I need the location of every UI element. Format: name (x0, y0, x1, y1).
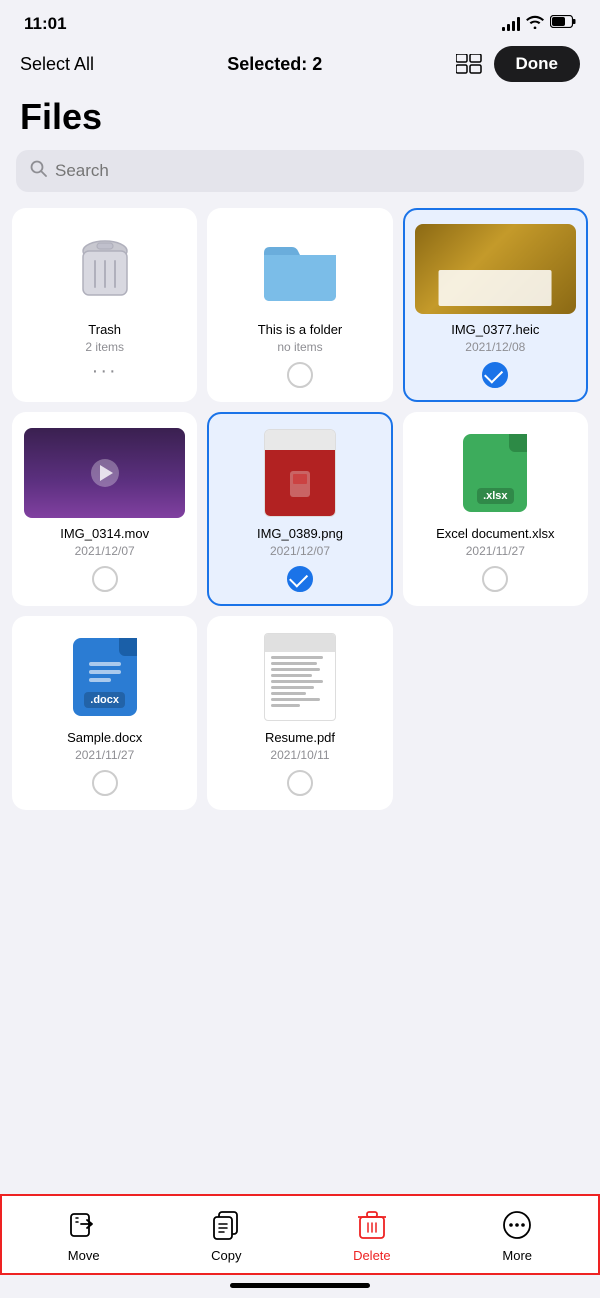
delete-icon (358, 1210, 386, 1243)
delete-label: Delete (353, 1248, 391, 1263)
trash-icon (24, 224, 185, 314)
file-card-heic[interactable]: IMG_0377.heic 2021/12/08 (403, 208, 588, 402)
more-label: More (502, 1248, 532, 1263)
file-date: 2021/12/07 (270, 544, 330, 558)
more-button[interactable]: More (502, 1210, 532, 1263)
file-grid: Trash 2 items ··· This is a folder no it… (0, 208, 600, 810)
file-name: This is a folder (258, 322, 343, 337)
select-circle[interactable] (92, 566, 118, 592)
xlsx-icon: .xlsx (415, 428, 576, 518)
file-name: Trash (88, 322, 121, 337)
status-bar: 11:01 (0, 0, 600, 42)
heic-thumbnail (415, 224, 576, 314)
file-date: 2021/12/08 (465, 340, 525, 354)
file-date: 2021/10/11 (270, 748, 329, 762)
signal-icon (502, 17, 520, 31)
search-icon (30, 160, 47, 182)
search-input[interactable] (55, 161, 570, 181)
select-circle[interactable] (287, 770, 313, 796)
file-card-docx[interactable]: .docx Sample.docx 2021/11/27 (12, 616, 197, 810)
select-circle[interactable] (482, 566, 508, 592)
move-label: Move (68, 1248, 100, 1263)
battery-icon (550, 15, 576, 33)
selected-count: Selected: 2 (227, 54, 322, 75)
file-date: 2021/11/27 (466, 544, 525, 558)
select-circle[interactable] (92, 770, 118, 796)
file-name: Excel document.xlsx (436, 526, 555, 541)
done-button[interactable]: Done (494, 46, 581, 82)
file-name: Resume.pdf (265, 730, 335, 745)
file-meta: no items (277, 340, 322, 354)
status-time: 11:01 (24, 14, 67, 34)
folder-icon (219, 224, 380, 314)
pdf-thumbnail (219, 632, 380, 722)
file-name: IMG_0377.heic (451, 322, 539, 337)
top-bar: Select All Selected: 2 Done (0, 42, 600, 90)
delete-button[interactable]: Delete (353, 1210, 391, 1263)
png-thumbnail (219, 428, 380, 518)
select-circle-checked[interactable] (482, 362, 508, 388)
move-button[interactable]: Move (68, 1210, 100, 1263)
status-icons (502, 15, 576, 34)
file-card-mov[interactable]: IMG_0314.mov 2021/12/07 (12, 412, 197, 606)
grid-icon (456, 54, 482, 74)
file-name: Sample.docx (67, 730, 142, 745)
search-bar (16, 150, 584, 192)
select-circle[interactable] (287, 362, 313, 388)
file-name: IMG_0314.mov (60, 526, 149, 541)
bottom-toolbar: Move Copy (0, 1194, 600, 1275)
wifi-icon (526, 15, 544, 34)
file-card-png[interactable]: IMG_0389.png 2021/12/07 (207, 412, 392, 606)
file-date: 2021/12/07 (75, 544, 135, 558)
move-icon (69, 1210, 99, 1243)
page-title: Files (0, 90, 600, 150)
file-card-xlsx[interactable]: .xlsx Excel document.xlsx 2021/11/27 (403, 412, 588, 606)
search-bar-wrap (0, 150, 600, 208)
view-toggle-button[interactable] (456, 54, 482, 74)
file-meta: 2 items (85, 340, 124, 354)
more-icon (502, 1210, 532, 1243)
file-date: 2021/11/27 (75, 748, 134, 762)
mov-thumbnail (24, 428, 185, 518)
copy-button[interactable]: Copy (211, 1210, 241, 1263)
select-circle-checked[interactable] (287, 566, 313, 592)
copy-icon (211, 1210, 241, 1243)
select-all-button[interactable]: Select All (20, 54, 94, 75)
file-card-trash[interactable]: Trash 2 items ··· (12, 208, 197, 402)
copy-label: Copy (211, 1248, 241, 1263)
bottom-toolbar-wrap: Move Copy (0, 1194, 600, 1298)
home-indicator (230, 1283, 370, 1288)
file-card-folder[interactable]: This is a folder no items (207, 208, 392, 402)
docx-icon: .docx (24, 632, 185, 722)
top-bar-right: Done (456, 46, 581, 82)
ellipsis-button[interactable]: ··· (92, 360, 118, 383)
file-name: IMG_0389.png (257, 526, 343, 541)
file-card-pdf[interactable]: Resume.pdf 2021/10/11 (207, 616, 392, 810)
